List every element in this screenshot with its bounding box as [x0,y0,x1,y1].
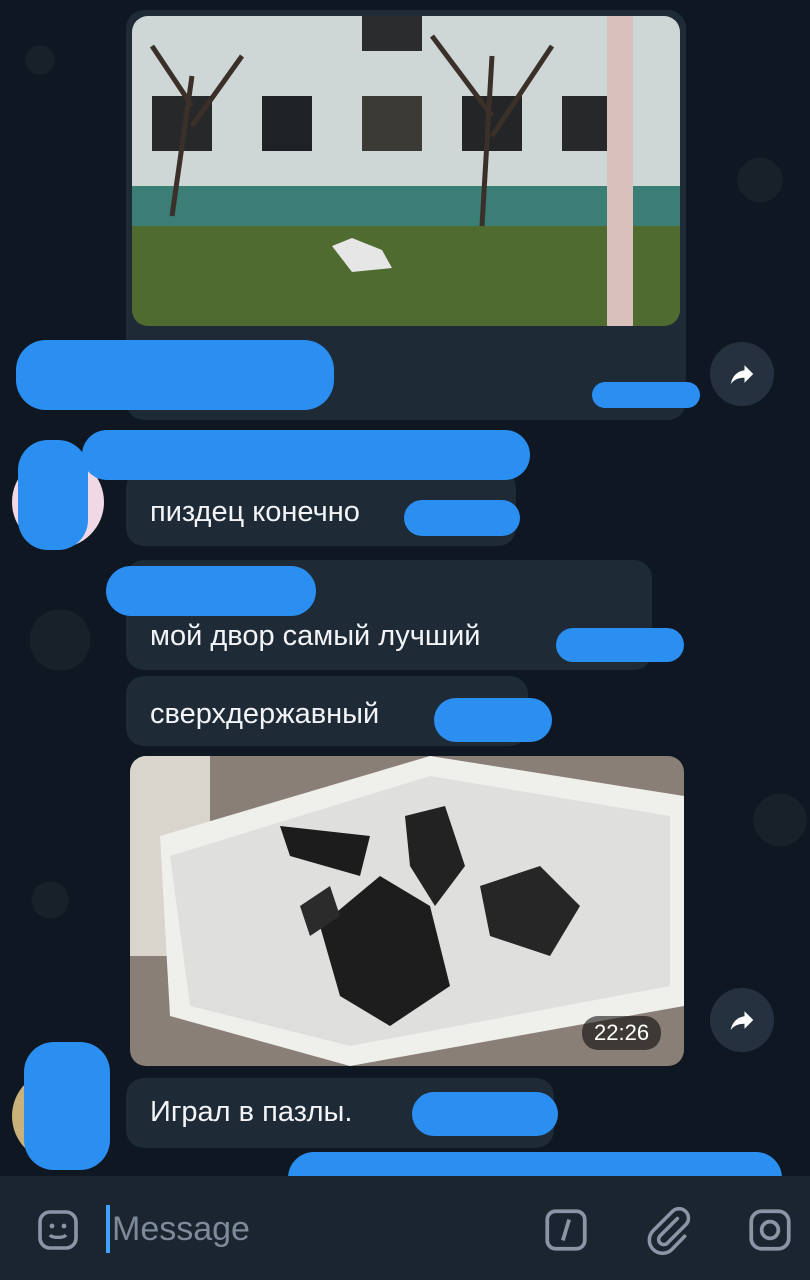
camera-button[interactable] [742,1202,798,1258]
redacted-avatar [24,1042,110,1170]
photo-timestamp: 22:26 [582,1016,662,1050]
redacted-text [412,1092,558,1136]
camera-icon [749,1209,791,1251]
attach-button[interactable] [640,1202,696,1258]
redacted-caption [16,340,334,410]
redacted-text [556,628,684,662]
slash-command-icon [545,1209,587,1251]
sticker-button[interactable] [30,1202,86,1258]
message-text: пиздец конечно [150,496,360,528]
message-text: Играл в пазлы. [150,1096,353,1128]
paperclip-icon [647,1206,691,1255]
redacted-time [592,382,700,408]
building-photo-image [132,16,680,326]
share-icon [730,1011,754,1030]
redacted-text [404,500,520,536]
share-button[interactable] [710,342,774,406]
building-photo[interactable] [132,16,680,326]
text-cursor [106,1205,110,1253]
redacted-sender-name [82,430,530,480]
share-button[interactable] [710,988,774,1052]
share-icon [730,365,754,384]
message-input[interactable]: Message [112,1210,250,1249]
redacted-text [434,698,552,742]
command-button[interactable] [538,1202,594,1258]
message-text: сверхдержавный [150,698,380,730]
message-text: мой двор самый лучший [150,620,481,652]
redacted-sender-name [106,566,316,616]
sticker-icon [38,1210,78,1250]
redacted-avatar [18,440,88,550]
